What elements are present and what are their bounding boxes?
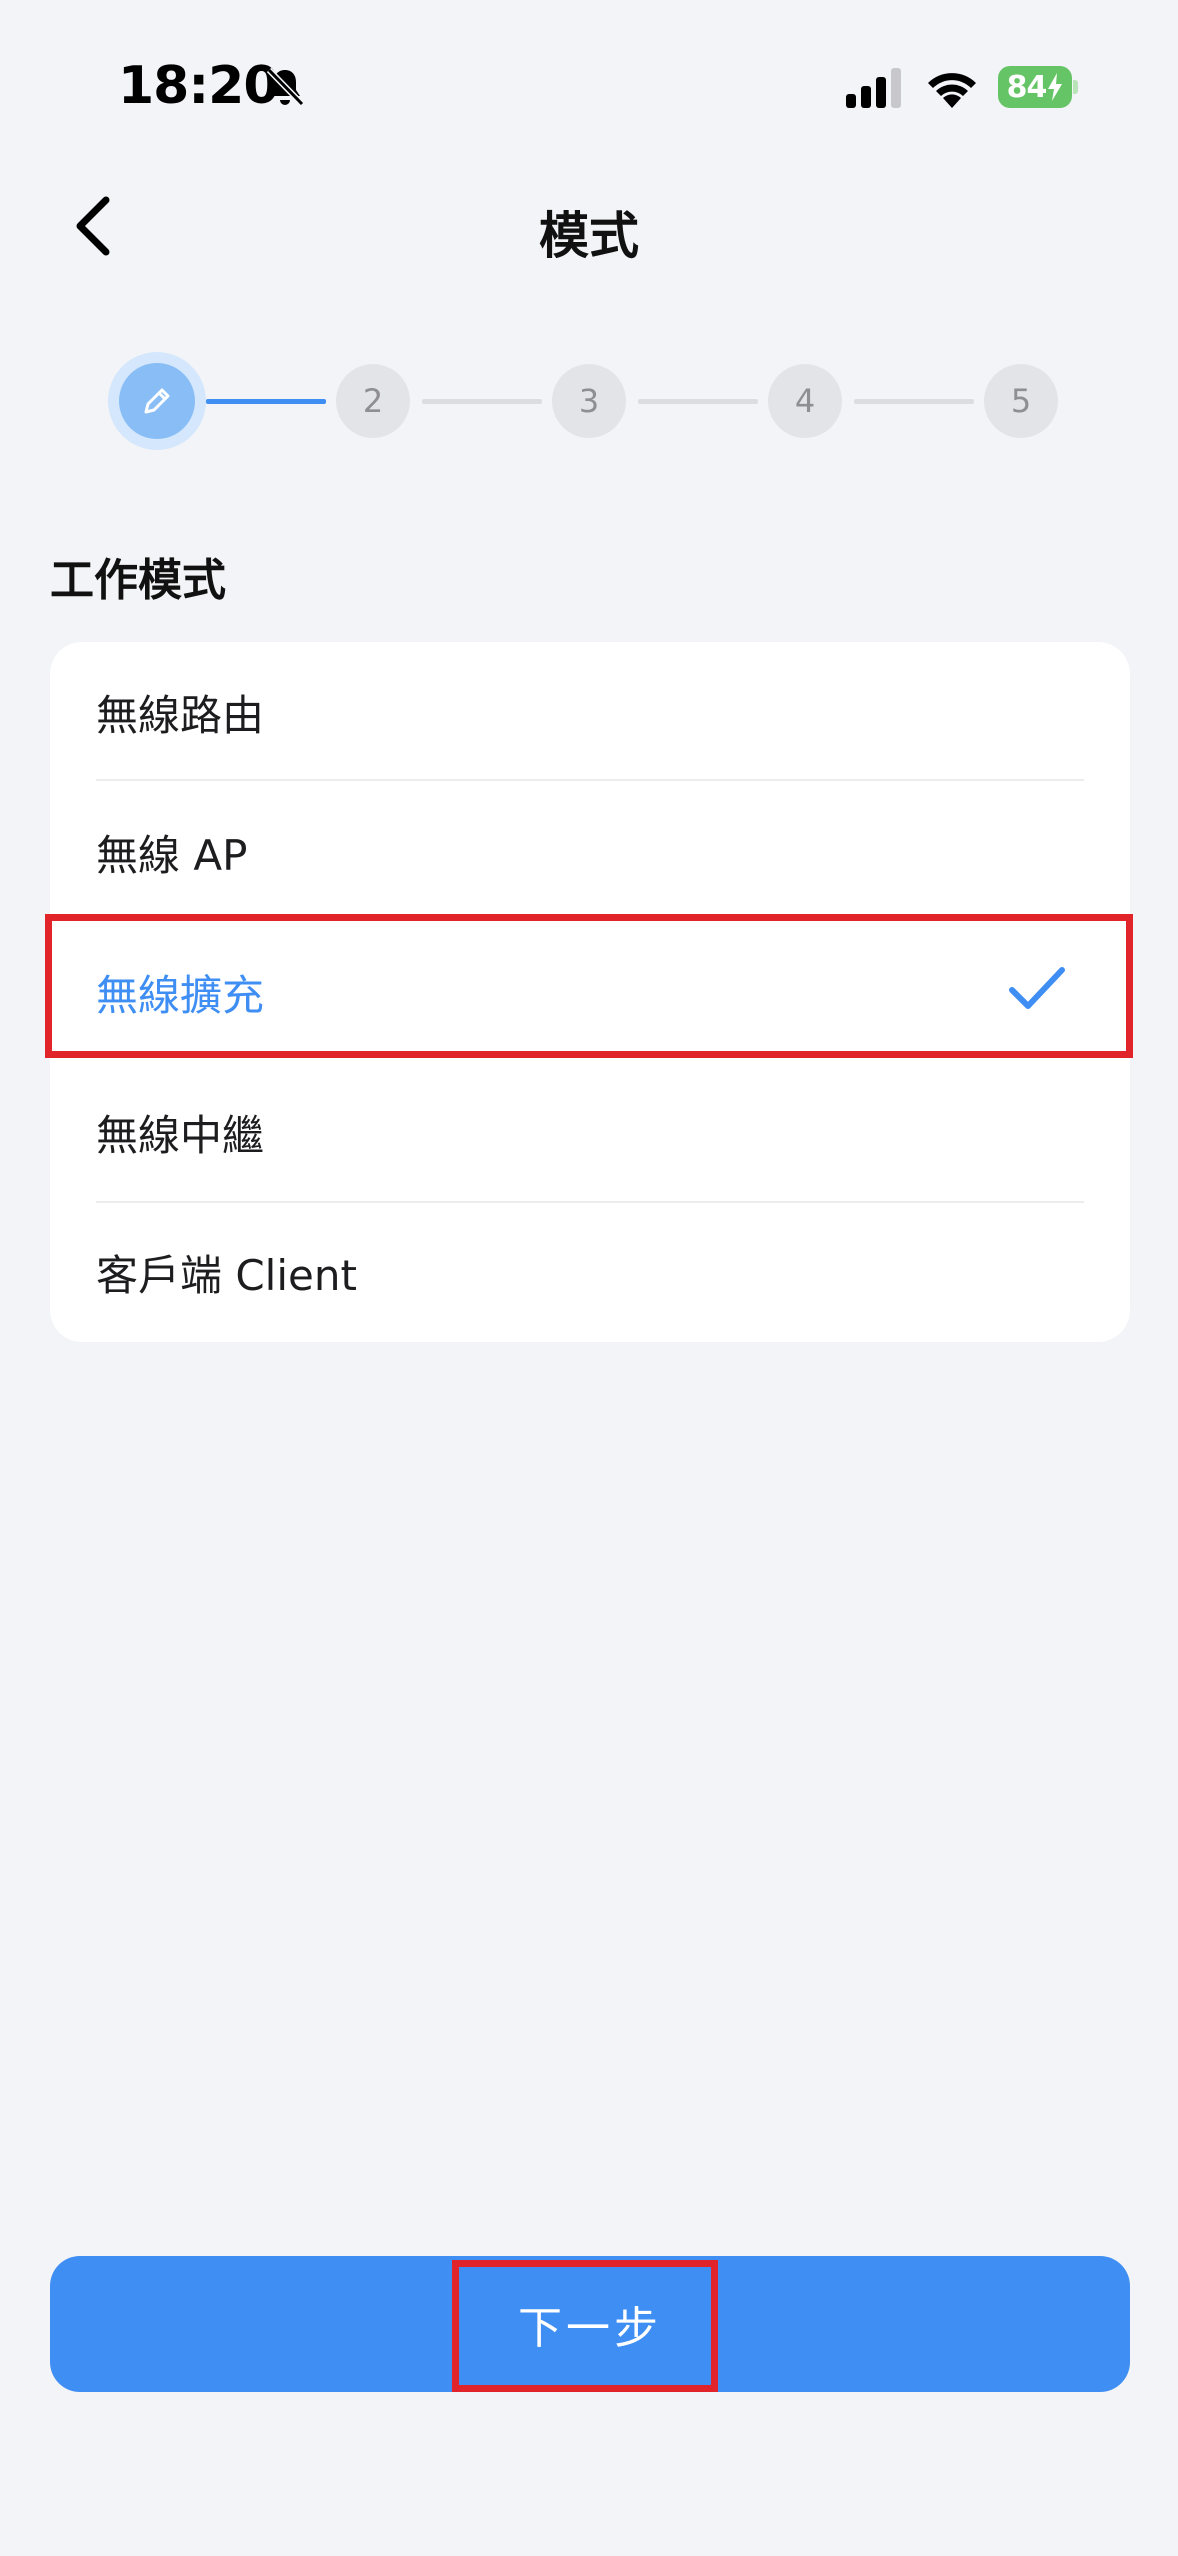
bell-slash-icon bbox=[266, 67, 305, 107]
mode-label: 無線 AP bbox=[96, 830, 248, 880]
progress-stepper: 2 3 4 5 bbox=[0, 350, 1178, 450]
mode-label: 客戶端 Client bbox=[96, 1250, 357, 1300]
battery-cap bbox=[1073, 80, 1078, 94]
step-1-current bbox=[108, 352, 206, 450]
wifi-icon bbox=[928, 73, 976, 108]
step-3: 3 bbox=[552, 364, 626, 438]
battery-indicator: 84 bbox=[998, 66, 1078, 108]
section-title: 工作模式 bbox=[50, 555, 226, 606]
step-connector-4 bbox=[854, 399, 974, 404]
checkmark-icon bbox=[1009, 967, 1065, 1009]
page-title: 模式 bbox=[539, 207, 639, 265]
mode-item-wireless-extender[interactable]: 無線擴充 bbox=[50, 922, 1130, 1062]
step-connector-1 bbox=[206, 399, 326, 404]
step-2: 2 bbox=[336, 364, 410, 438]
step-5: 5 bbox=[984, 364, 1058, 438]
status-time: 18:20 bbox=[118, 56, 280, 116]
screen: 18:20 84 模式 2 3 4 5 工作模式 無線路由 無線 AP 無線擴充… bbox=[0, 0, 1178, 2556]
mode-label: 無線路由 bbox=[96, 690, 265, 740]
mode-item-client[interactable]: 客戶端 Client bbox=[50, 1202, 1130, 1342]
battery-level: 84 bbox=[998, 66, 1072, 108]
mode-item-wireless-ap[interactable]: 無線 AP bbox=[50, 782, 1130, 922]
charging-bolt-icon bbox=[1048, 73, 1063, 101]
mode-item-wireless-repeater[interactable]: 無線中繼 bbox=[50, 1062, 1130, 1202]
mode-label: 無線擴充 bbox=[96, 970, 265, 1020]
next-step-button[interactable]: 下一步 bbox=[50, 2256, 1130, 2392]
next-step-label: 下一步 bbox=[518, 2303, 662, 2354]
divider bbox=[96, 779, 1084, 781]
signal-icon bbox=[846, 68, 901, 108]
step-connector-2 bbox=[422, 399, 542, 404]
mode-list: 無線路由 無線 AP 無線擴充 無線中繼 客戶端 Client bbox=[50, 642, 1130, 1342]
step-1-circle bbox=[119, 363, 195, 439]
mode-item-wireless-router[interactable]: 無線路由 bbox=[50, 642, 1130, 782]
step-4: 4 bbox=[768, 364, 842, 438]
mode-label: 無線中繼 bbox=[96, 1110, 265, 1160]
step-connector-3 bbox=[638, 399, 758, 404]
battery-percent: 84 bbox=[1006, 69, 1048, 105]
pencil-icon bbox=[144, 388, 170, 414]
